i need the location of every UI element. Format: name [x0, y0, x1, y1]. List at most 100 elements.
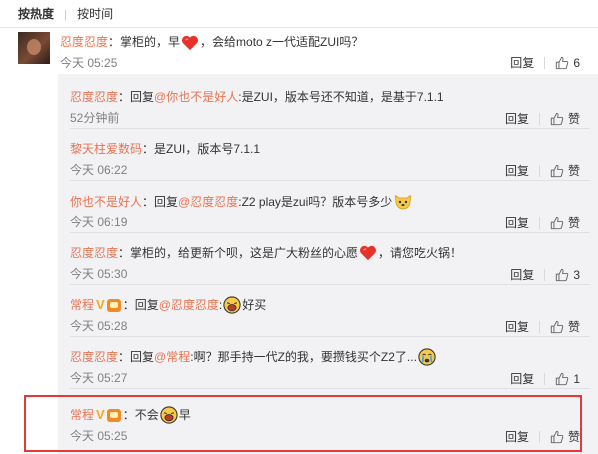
avatar[interactable] — [18, 32, 50, 64]
thumbs-up-icon — [550, 216, 564, 229]
reply-button[interactable]: 回复 — [510, 370, 534, 387]
comment-author[interactable]: 忍度忍度 — [60, 35, 108, 49]
colon: ： — [142, 142, 155, 156]
reply-text: 忍度忍度：回复 @你也不是好人:是ZUI，版本号还不知道，是基于7.1.1 — [70, 88, 444, 106]
like-label: 赞 — [567, 112, 580, 126]
top-comment: 忍度忍度：掌柜的，早 ，会给moto z一代适配ZUI吗？ 今天 05:25 回复… — [18, 30, 598, 70]
reply-actions: 回复 赞 — [505, 318, 580, 335]
reply-author[interactable]: 你也不是好人 — [70, 193, 142, 211]
colon: ： — [108, 35, 121, 49]
reply-author[interactable]: 忍度忍度 — [70, 88, 118, 106]
crying-emoji-icon — [418, 348, 436, 366]
reply-prefix: 回复 — [130, 350, 155, 364]
reply-item: 你也不是好人：回复 @忍度忍度:Z2 play是zui吗？版本号多少 今天 06:… — [58, 186, 598, 230]
sort-by-time-tab[interactable]: 按时间 — [77, 5, 113, 22]
thumbs-up-icon — [556, 56, 569, 69]
reply-text: 忍度忍度：掌柜的，给更新个呗，这是广大粉丝的心愿 ，请您吃火锅！ — [70, 244, 462, 262]
reply-item: 忍度忍度：回复 @常程:啊？那手持一代Z的我，要攒钱买个Z2了... 今天 05:… — [58, 342, 598, 386]
reply-actions: 回复 赞 — [505, 110, 580, 127]
reply-actions: 回复 1 — [510, 370, 580, 387]
action-divider — [538, 164, 540, 177]
like-button[interactable]: 1 — [555, 372, 580, 386]
comment-body: 掌柜的，早 — [120, 35, 181, 49]
like-count: 6 — [573, 55, 580, 70]
like-count: 1 — [573, 371, 580, 386]
like-label: 赞 — [567, 164, 580, 178]
reply-time: 今天 06:19 — [70, 215, 128, 229]
like-button[interactable]: 赞 — [550, 162, 580, 179]
reply-divider — [70, 284, 590, 285]
reply-author[interactable]: 常程 — [70, 296, 94, 314]
reply-divider — [70, 336, 590, 337]
mention-link[interactable]: @你也不是好人 — [154, 88, 238, 106]
like-count: 3 — [573, 267, 580, 282]
colon: ： — [118, 246, 131, 260]
reply-author[interactable]: 黎天柱爱数码 — [70, 140, 142, 158]
reply-item: 常程 V：回复 @忍度忍度: 好买 今天 05:28 回复 赞 — [58, 290, 598, 334]
reply-actions: 回复 3 — [510, 266, 580, 283]
mention-link[interactable]: @常程 — [154, 348, 190, 366]
reply-time: 今天 05:28 — [70, 319, 128, 333]
mention-link[interactable]: @忍度忍度 — [159, 296, 219, 314]
reply-text: 黎天柱爱数码：是ZUI，版本号7.1.1 — [70, 140, 260, 158]
like-button[interactable]: 赞 — [550, 214, 580, 231]
like-label: 赞 — [567, 216, 580, 230]
comment-body-rest: ，会给moto z一代适配ZUI吗？ — [200, 35, 364, 49]
reply-button[interactable]: 回复 — [510, 266, 534, 283]
highlight-box — [24, 395, 582, 452]
like-button[interactable]: 3 — [555, 268, 580, 282]
colon: ： — [118, 350, 131, 364]
dog-emoji-icon — [394, 194, 412, 210]
reply-body: :是ZUI，版本号还不知道，是基于7.1.1 — [238, 90, 444, 104]
reply-actions: 回复 赞 — [505, 162, 580, 179]
reply-item: 黎天柱爱数码：是ZUI，版本号7.1.1 今天 06:22 回复 赞 — [58, 134, 598, 178]
reply-text: 忍度忍度：回复 @常程:啊？那手持一代Z的我，要攒钱买个Z2了... — [70, 348, 437, 366]
reply-divider — [70, 128, 590, 129]
reply-author[interactable]: 忍度忍度 — [70, 348, 118, 366]
reply-text: 你也不是好人：回复 @忍度忍度:Z2 play是zui吗？版本号多少 — [70, 192, 414, 212]
comment-actions: 回复 6 — [510, 54, 580, 71]
action-divider — [544, 372, 546, 385]
reply-body: : — [218, 298, 223, 312]
sort-separator: | — [64, 6, 68, 21]
reply-author[interactable]: 忍度忍度 — [70, 244, 118, 262]
like-button[interactable]: 赞 — [550, 110, 580, 127]
reply-button[interactable]: 回复 — [505, 214, 529, 231]
laughing-emoji-icon — [223, 296, 241, 314]
reply-item: 忍度忍度：回复 @你也不是好人:是ZUI，版本号还不知道，是基于7.1.1 52分… — [58, 82, 598, 126]
reply-prefix: 回复 — [134, 298, 159, 312]
comment-text: 忍度忍度：掌柜的，早 ，会给moto z一代适配ZUI吗？ — [60, 34, 363, 51]
vip-badge-icon — [106, 298, 121, 312]
reply-body: 是ZUI，版本号7.1.1 — [154, 142, 261, 156]
thumbs-up-icon — [556, 372, 569, 385]
heart-emoji-icon — [360, 245, 377, 261]
mention-link[interactable]: @忍度忍度 — [178, 193, 238, 211]
reply-time: 52分钟前 — [70, 111, 120, 125]
like-label: 赞 — [567, 320, 580, 334]
action-divider — [538, 320, 540, 333]
sort-by-hot-tab[interactable]: 按热度 — [18, 5, 54, 22]
reply-button[interactable]: 回复 — [510, 54, 534, 71]
reply-body: :Z2 play是zui吗？版本号多少 — [238, 195, 393, 209]
heart-emoji-icon — [182, 35, 199, 50]
reply-button[interactable]: 回复 — [505, 110, 529, 127]
reply-body: 掌柜的，给更新个呗，这是广大粉丝的心愿 — [130, 246, 359, 260]
reply-time: 今天 06:22 — [70, 163, 128, 177]
reply-time: 今天 05:30 — [70, 267, 128, 281]
reply-button[interactable]: 回复 — [505, 162, 529, 179]
reply-prefix: 回复 — [130, 90, 155, 104]
thumbs-up-icon — [556, 268, 569, 281]
like-button[interactable]: 赞 — [550, 318, 580, 335]
reply-divider — [70, 388, 590, 389]
like-button[interactable]: 6 — [555, 56, 580, 70]
reply-actions: 回复 赞 — [505, 214, 580, 231]
reply-item: 忍度忍度：掌柜的，给更新个呗，这是广大粉丝的心愿 ，请您吃火锅！ 今天 05:3… — [58, 238, 598, 282]
thumbs-up-icon — [550, 112, 564, 125]
reply-divider — [70, 180, 590, 181]
thumbs-up-icon — [550, 320, 564, 333]
reply-button[interactable]: 回复 — [505, 318, 529, 335]
action-divider — [538, 216, 540, 229]
reply-text: 常程 V ：回复 @忍度忍度: 好买 — [70, 296, 266, 314]
reply-prefix: 回复 — [154, 195, 179, 209]
action-divider — [544, 56, 546, 69]
